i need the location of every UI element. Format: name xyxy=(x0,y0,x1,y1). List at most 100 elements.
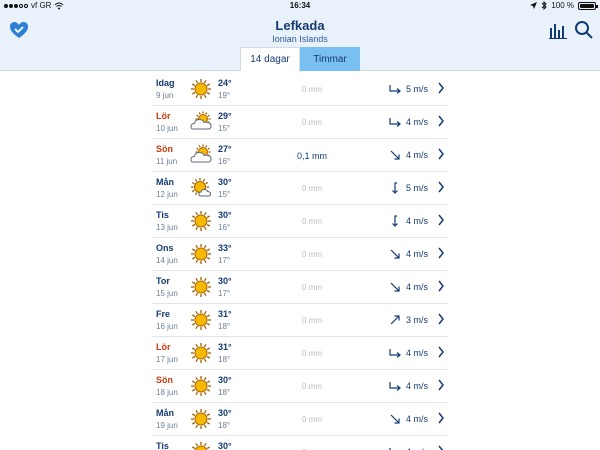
max-temperature: 30° xyxy=(218,177,232,187)
chevron-right-icon[interactable] xyxy=(437,147,445,161)
precipitation: 0 mm xyxy=(302,250,322,259)
chevron-right-icon[interactable] xyxy=(437,180,445,194)
forecast-list: Idag 9 jun 24° 19° 0 mm 5 m/s Lör 10 jun 29° 15° 0… xyxy=(152,73,448,450)
arrow-right-icon xyxy=(389,349,401,358)
sun-small-cloud-icon xyxy=(191,178,212,197)
chevron-right-icon[interactable] xyxy=(437,411,445,425)
min-temperature: 16° xyxy=(218,157,231,166)
day-label: Idag xyxy=(156,78,175,88)
chevron-right-icon[interactable] xyxy=(437,378,445,392)
chevron-right-icon[interactable] xyxy=(437,81,445,95)
max-temperature: 24° xyxy=(218,78,232,88)
wind-speed: 4 m/s xyxy=(406,150,429,160)
forecast-row[interactable]: Sön 18 jun 30° 18° 0 mm 4 m/s xyxy=(152,370,448,403)
status-bar: vf GR 16:34 100 % xyxy=(0,0,600,12)
sun-icon xyxy=(191,244,211,264)
chevron-right-icon[interactable] xyxy=(437,213,445,227)
forecast-row[interactable]: Sön 11 jun 27° 16° 0,1 mm 4 m/s xyxy=(152,139,448,172)
precipitation: 0 mm xyxy=(302,85,322,94)
wind-speed: 3 m/s xyxy=(406,315,429,325)
date-label: 11 jun xyxy=(156,157,178,166)
app-header: Lefkada Ionian Islands 14 dagar Timmar xyxy=(0,12,600,71)
arrow-right-icon xyxy=(389,382,401,391)
chevron-right-icon[interactable] xyxy=(437,279,445,293)
min-temperature: 19° xyxy=(218,91,231,100)
day-label: Lör xyxy=(156,342,171,352)
arrow-down-right-icon xyxy=(390,249,400,259)
max-temperature: 30° xyxy=(218,276,232,286)
precipitation: 0 mm xyxy=(302,217,322,226)
wind-speed: 4 m/s xyxy=(406,414,429,424)
sun-icon xyxy=(191,310,211,330)
max-temperature: 31° xyxy=(218,342,232,352)
wind-speed: 4 m/s xyxy=(406,282,429,292)
wind-speed: 4 m/s xyxy=(406,117,429,127)
chevron-right-icon[interactable] xyxy=(437,345,445,359)
forecast-row[interactable]: Ons 14 jun 33° 17° 0 mm 4 m/s xyxy=(152,238,448,271)
chevron-right-icon[interactable] xyxy=(437,312,445,326)
bar-chart-icon[interactable] xyxy=(548,20,568,40)
day-label: Tis xyxy=(156,441,169,450)
arrow-down-right-icon xyxy=(390,414,400,424)
min-temperature: 18° xyxy=(218,355,231,364)
min-temperature: 18° xyxy=(218,388,231,397)
location-title: Lefkada xyxy=(275,18,325,33)
date-label: 9 jun xyxy=(156,91,174,100)
date-label: 18 jun xyxy=(156,388,178,397)
forecast-row[interactable]: Fre 16 jun 31° 18° 0 mm 3 m/s xyxy=(152,304,448,337)
max-temperature: 27° xyxy=(218,144,232,154)
precipitation: 0 mm xyxy=(302,118,322,127)
forecast-row[interactable]: Mån 12 jun 30° 15° 0 mm 5 m/s xyxy=(152,172,448,205)
date-label: 15 jun xyxy=(156,289,178,298)
wind-speed: 5 m/s xyxy=(406,183,429,193)
arrow-down-icon xyxy=(392,182,398,194)
sun-icon xyxy=(191,79,211,99)
day-label: Tis xyxy=(156,210,169,220)
date-label: 14 jun xyxy=(156,256,178,265)
chevron-right-icon[interactable] xyxy=(437,246,445,260)
wind-speed: 4 m/s xyxy=(406,249,429,259)
min-temperature: 18° xyxy=(218,322,231,331)
max-temperature: 30° xyxy=(218,375,232,385)
precipitation: 0 mm xyxy=(302,415,322,424)
wind-speed: 5 m/s xyxy=(406,84,429,94)
date-label: 19 jun xyxy=(156,421,178,430)
precipitation: 0 mm xyxy=(302,184,322,193)
battery-percent: 100 % xyxy=(551,1,574,10)
search-icon[interactable] xyxy=(574,20,594,40)
day-label: Mån xyxy=(156,177,174,187)
date-label: 13 jun xyxy=(156,223,178,232)
arrow-right-icon xyxy=(389,118,401,127)
forecast-row[interactable]: Lör 10 jun 29° 15° 0 mm 4 m/s xyxy=(152,106,448,139)
chevron-right-icon[interactable] xyxy=(437,114,445,128)
forecast-row[interactable]: Tis 13 jun 30° 16° 0 mm 4 m/s xyxy=(152,205,448,238)
max-temperature: 29° xyxy=(218,111,232,121)
wind-speed: 4 m/s xyxy=(406,348,429,358)
sun-behind-cloud-icon xyxy=(190,111,212,130)
sun-icon xyxy=(191,211,211,231)
bluetooth-icon xyxy=(541,1,548,10)
forecast-row[interactable]: Tor 15 jun 30° 17° 0 mm 4 m/s xyxy=(152,271,448,304)
precipitation: 0,1 mm xyxy=(296,151,327,161)
chevron-right-icon[interactable] xyxy=(437,444,445,450)
max-temperature: 30° xyxy=(218,408,232,418)
forecast-row[interactable]: Mån 19 jun 30° 18° 0 mm 4 m/s xyxy=(152,403,448,436)
location-arrow-icon xyxy=(530,2,538,9)
tab-hours[interactable]: Timmar xyxy=(300,47,360,71)
tab-14-days[interactable]: 14 dagar xyxy=(240,47,300,71)
forecast-row[interactable]: Lör 17 jun 31° 18° 0 mm 4 m/s xyxy=(152,337,448,370)
arrow-right-icon xyxy=(389,448,391,450)
forecast-row[interactable]: Idag 9 jun 24° 19° 0 mm 5 m/s xyxy=(152,73,448,106)
min-temperature: 15° xyxy=(218,124,231,133)
wind-speed: 4 m/s xyxy=(406,381,429,391)
location-subtitle: Ionian Islands xyxy=(272,34,328,44)
day-label: Sön xyxy=(156,144,173,154)
precipitation: 0 mm xyxy=(302,316,322,325)
precipitation: 0 mm xyxy=(302,283,322,292)
sun-icon xyxy=(191,409,211,429)
max-temperature: 30° xyxy=(218,441,232,450)
sun-icon xyxy=(191,442,211,450)
arrow-right-icon xyxy=(389,85,401,94)
day-label: Fre xyxy=(156,309,171,319)
forecast-row[interactable]: Tis20 jun30°0 mm4 m/s xyxy=(152,436,448,450)
